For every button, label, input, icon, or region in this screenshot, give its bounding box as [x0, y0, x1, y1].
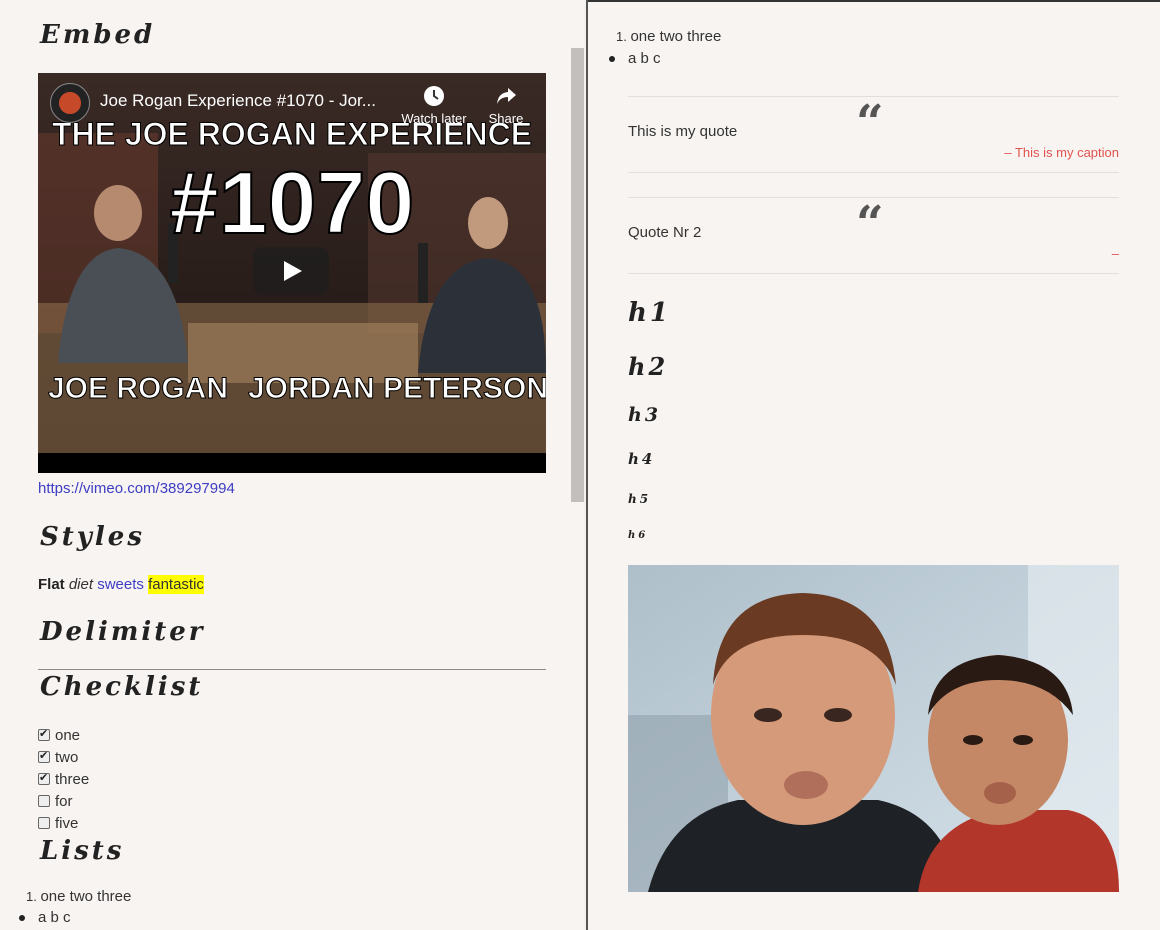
checkbox[interactable]: [38, 771, 50, 785]
checkbox[interactable]: [38, 727, 50, 741]
play-button[interactable]: [253, 247, 329, 295]
unordered-list-item: a b c: [609, 50, 661, 67]
delimiter-line: [38, 669, 546, 670]
checklist-item[interactable]: five: [38, 812, 89, 834]
scrollbar-thumb[interactable]: [571, 48, 584, 502]
checkbox[interactable]: [38, 795, 50, 807]
heading-h3: h3: [628, 404, 662, 426]
checklist-item[interactable]: three: [38, 768, 89, 790]
ordered-list: one two three: [38, 888, 131, 905]
share-button[interactable]: Share: [484, 85, 528, 126]
clock-icon: [424, 86, 444, 106]
heading-h1: h1: [628, 298, 671, 328]
checklist-label: three: [55, 770, 90, 788]
checkbox[interactable]: [38, 817, 50, 829]
styles-paragraph: Flat diet sweets fantastic: [38, 574, 204, 596]
watch-later-button[interactable]: Watch later: [396, 85, 472, 126]
styles-heading: Styles: [40, 522, 145, 552]
bullet-icon: [19, 915, 25, 922]
marked-text: fantastic: [148, 575, 204, 594]
unordered-list-text: a b c: [628, 50, 661, 67]
heading-h6: h6: [628, 530, 649, 541]
thumb-right-name: JORDAN PETERSON: [248, 372, 546, 405]
ordered-list: one two three: [628, 28, 721, 45]
checklist-label: one: [55, 726, 81, 744]
quote-text: Quote Nr 2: [628, 224, 702, 241]
quote-block: “ Quote Nr 2 –: [628, 197, 1119, 274]
ordered-list-item: one two three: [628, 28, 721, 45]
checklist-label: for: [55, 792, 73, 810]
right-pane-top-border: [588, 0, 1160, 2]
heading-h4: h4: [628, 450, 656, 468]
quote-icon: “: [856, 95, 884, 151]
video-embed[interactable]: THE JOE ROGAN EXPERIENCE #1070 JOE ROGAN…: [38, 73, 546, 473]
ordered-list-item: one two three: [38, 888, 131, 905]
channel-logo[interactable]: [50, 83, 90, 123]
checklist-item[interactable]: two: [38, 746, 89, 768]
unordered-list-item: a b c: [19, 909, 71, 926]
italic-text: diet: [68, 576, 94, 593]
share-label: Share: [488, 111, 524, 126]
embed-heading: Embed: [40, 20, 156, 50]
delimiter-heading: Delimiter: [40, 617, 206, 647]
left-pane: Embed THE JOE ROGAN EXPERIENCE #1070 JOE…: [0, 0, 586, 930]
unordered-list: a b c: [19, 909, 71, 926]
checklist-label: two: [55, 748, 79, 766]
lists-heading: Lists: [40, 836, 125, 866]
checkbox[interactable]: [38, 749, 50, 763]
quote-icon: “: [856, 196, 884, 252]
unordered-list: a b c: [609, 50, 661, 67]
quote-caption: – This is my caption: [1004, 145, 1119, 160]
heading-h5: h5: [628, 492, 652, 506]
checklist-heading: Checklist: [40, 672, 204, 702]
right-pane: one two three a b c “ This is my quote –…: [588, 0, 1160, 930]
watch-later-label: Watch later: [401, 111, 467, 126]
checklist-label: five: [55, 814, 79, 832]
kids-photo: [628, 565, 1119, 892]
inline-link[interactable]: sweets: [97, 576, 144, 593]
bold-text: Flat: [38, 576, 65, 593]
checklist-item[interactable]: one: [38, 724, 89, 746]
heading-h2: h2: [628, 352, 669, 381]
unordered-list-text: a b c: [38, 909, 71, 926]
embed-link[interactable]: https://vimeo.com/389297994: [38, 480, 235, 497]
share-arrow-icon: [497, 88, 516, 104]
quote-block: “ This is my quote – This is my caption: [628, 96, 1119, 173]
checklist: one two three for five: [38, 724, 89, 834]
checklist-item[interactable]: for: [38, 790, 89, 812]
quote-caption: –: [1111, 246, 1119, 261]
thumb-left-name: JOE ROGAN: [48, 372, 228, 405]
video-title[interactable]: Joe Rogan Experience #1070 - Jor...: [100, 91, 376, 111]
bullet-icon: [609, 56, 615, 63]
thumb-episode: #1070: [170, 153, 415, 252]
quote-text: This is my quote: [628, 123, 738, 140]
